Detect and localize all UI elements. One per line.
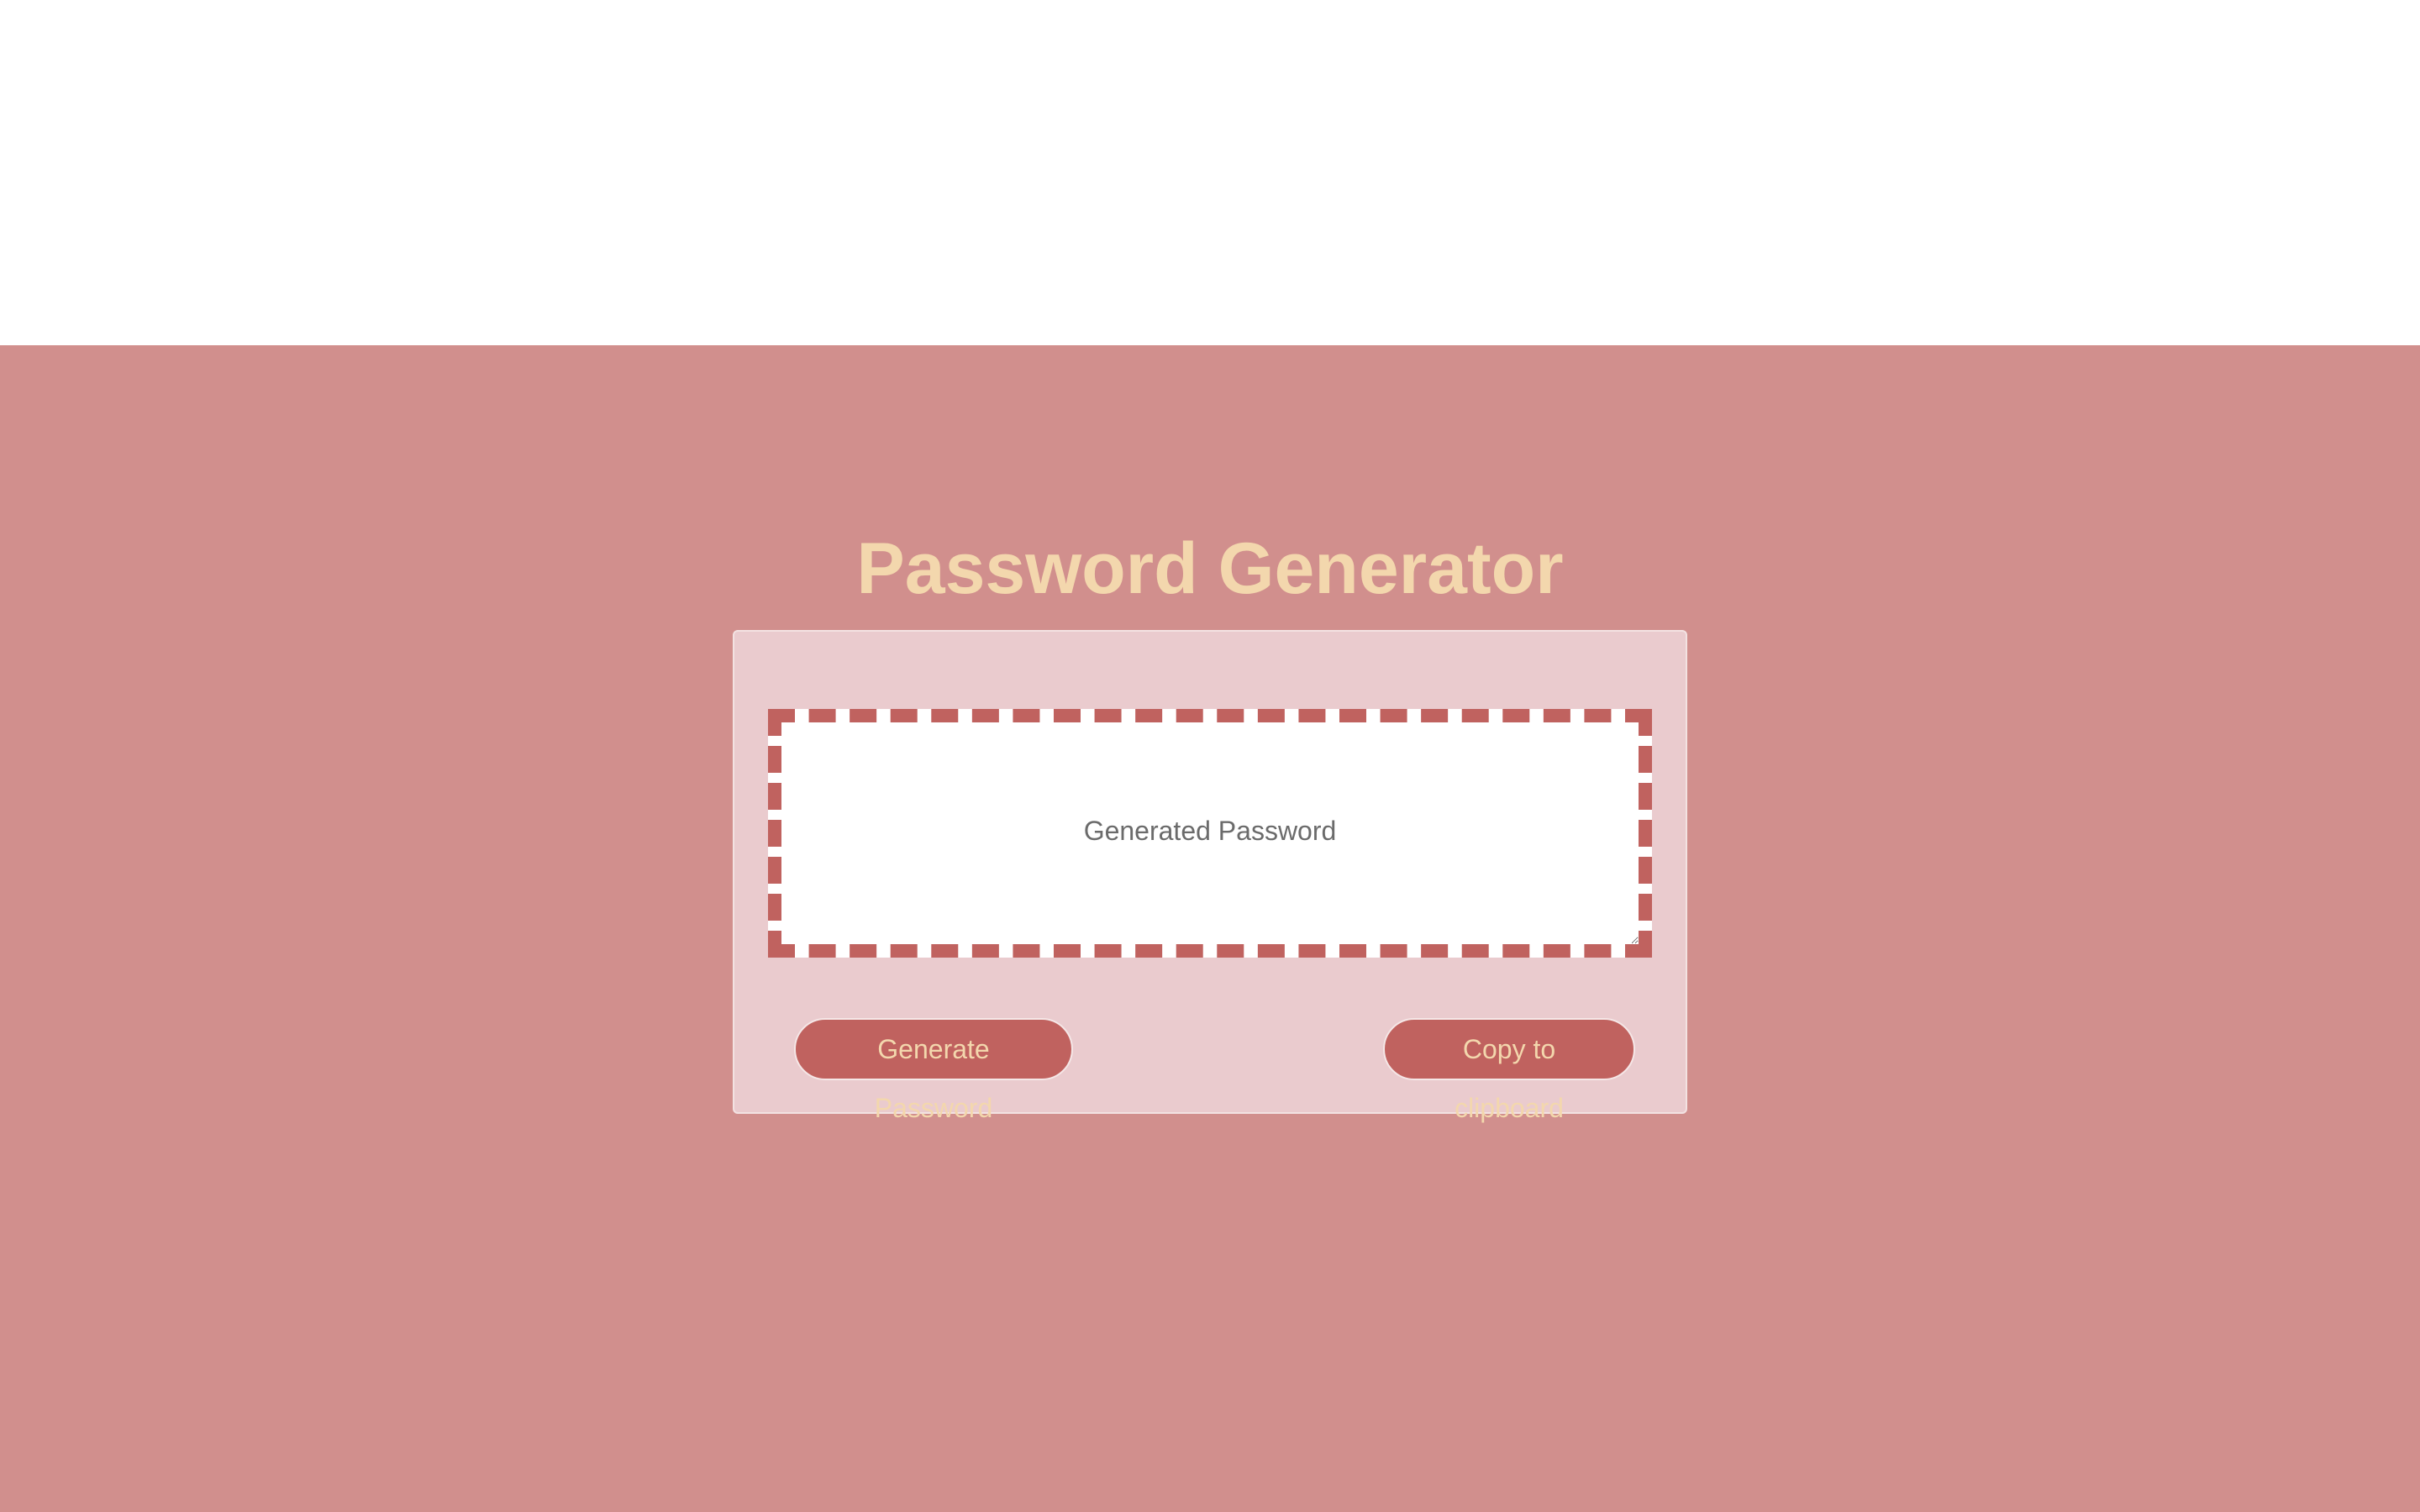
password-output[interactable]	[768, 709, 1652, 958]
copy-to-clipboard-button[interactable]: Copy to clipboard	[1383, 1018, 1635, 1123]
password-card: Generate Password Copy to clipboard	[733, 630, 1687, 1123]
generate-password-button[interactable]: Generate Password	[794, 1018, 1073, 1123]
page-title: Password Generator	[856, 528, 1564, 609]
top-band	[0, 0, 2420, 345]
